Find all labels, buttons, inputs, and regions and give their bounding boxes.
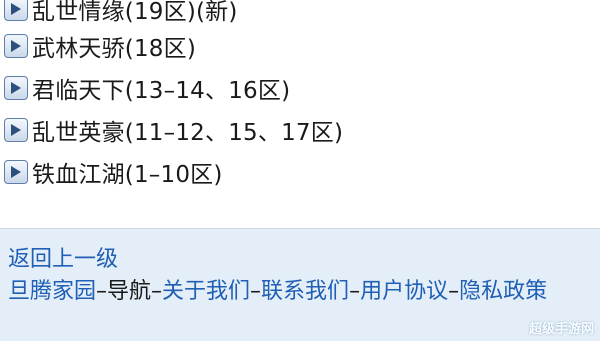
play-arrow-icon [4, 160, 28, 184]
server-item-label: 乱世情缘(19区)(新) [32, 0, 238, 25]
server-item[interactable]: 乱世情缘(19区)(新) [4, 0, 238, 26]
footer-link-privacy[interactable]: 隐私政策 [459, 279, 547, 304]
footer-link-about[interactable]: 关于我们 [162, 279, 250, 304]
server-item[interactable]: 铁血江湖(1–10区) [4, 155, 223, 189]
separator: – [448, 279, 460, 304]
play-arrow-icon [4, 34, 28, 58]
footer-link-contact[interactable]: 联系我们 [261, 279, 349, 304]
separator: – [151, 279, 163, 304]
watermark: 超级手游网 [528, 322, 594, 337]
footer-nav: 旦腾家园–导航–关于我们–联系我们–用户协议–隐私政策 [8, 275, 593, 309]
server-item-label: 武林天骄(18区) [32, 36, 197, 62]
back-link[interactable]: 返回上一级 [8, 241, 118, 273]
footer-link-agreement[interactable]: 用户协议 [360, 279, 448, 304]
footer-link-nav[interactable]: 导航 [107, 279, 151, 304]
separator: – [250, 279, 262, 304]
play-arrow-icon [4, 0, 28, 21]
server-item[interactable]: 武林天骄(18区) [4, 29, 196, 63]
play-arrow-icon [4, 76, 28, 100]
server-item[interactable]: 君临天下(13–14、16区) [4, 71, 290, 105]
play-arrow-icon [4, 118, 28, 142]
separator: – [349, 279, 361, 304]
footer-link-home[interactable]: 旦腾家园 [8, 279, 96, 304]
footer: 返回上一级 旦腾家园–导航–关于我们–联系我们–用户协议–隐私政策 超级手游网 [0, 228, 600, 341]
server-item-label: 铁血江湖(1–10区) [32, 162, 223, 188]
server-item-label: 君临天下(13–14、16区) [32, 78, 291, 104]
separator: – [96, 279, 108, 304]
server-item-label: 乱世英豪(11–12、15、17区) [32, 120, 344, 146]
server-item[interactable]: 乱世英豪(11–12、15、17区) [4, 113, 343, 147]
